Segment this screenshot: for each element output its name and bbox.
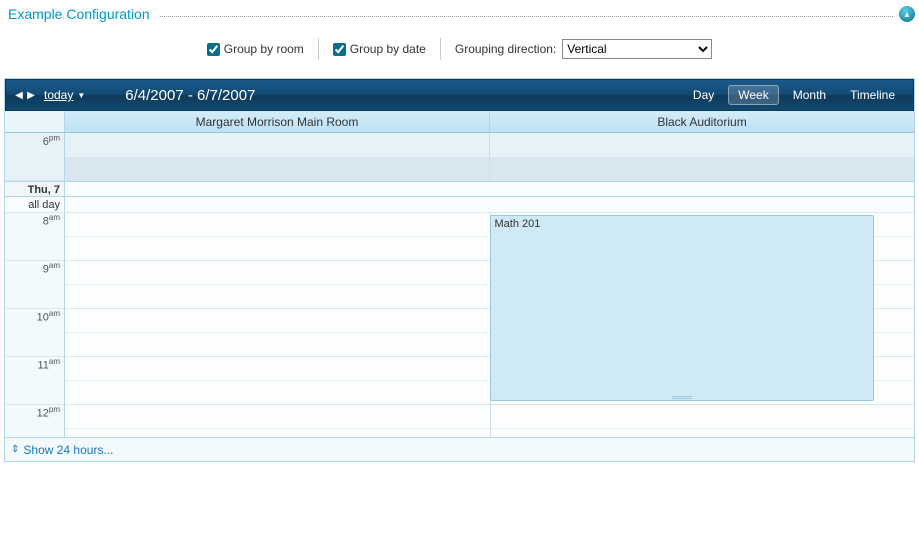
today-dropdown-icon[interactable]: ▼ xyxy=(77,91,85,100)
time-label: 9am xyxy=(5,261,64,309)
scheduler-toolbar: ◀ ▶ today ▼ 6/4/2007 - 6/7/2007 Day Week… xyxy=(5,79,914,111)
group-by-room-label: Group by room xyxy=(224,42,304,56)
view-timeline-button[interactable]: Timeline xyxy=(840,85,905,105)
grouping-direction-select[interactable]: Vertical xyxy=(562,39,712,59)
room-header-1: Black Auditorium xyxy=(490,111,914,132)
prev-arrow-icon[interactable]: ◀ xyxy=(14,89,24,101)
appointment-title: Math 201 xyxy=(495,218,870,230)
view-day-button[interactable]: Day xyxy=(683,85,724,105)
show-24-hours-link[interactable]: ⇕ Show 24 hours... xyxy=(11,443,113,457)
config-divider xyxy=(160,16,893,17)
config-title: Example Configuration xyxy=(4,4,154,28)
time-label-6pm: 6pm xyxy=(43,136,60,148)
next-arrow-icon[interactable]: ▶ xyxy=(26,89,36,101)
time-gutter-header xyxy=(5,111,65,132)
grid-cell[interactable] xyxy=(65,133,490,157)
room-header-row: Margaret Morrison Main Room Black Audito… xyxy=(5,111,914,133)
resize-handle[interactable] xyxy=(672,396,692,399)
grid-cell[interactable] xyxy=(490,157,915,181)
scheduler-grid-scroll[interactable]: 6pm Thu, 7 all day xyxy=(5,133,914,437)
all-day-label: all day xyxy=(5,197,65,212)
group-by-date-checkbox[interactable] xyxy=(333,43,346,56)
expand-icon: ⇕ xyxy=(11,444,19,455)
scheduler-footer: ⇕ Show 24 hours... xyxy=(5,437,914,461)
today-link[interactable]: today xyxy=(44,88,73,102)
view-month-button[interactable]: Month xyxy=(783,85,836,105)
grid-cell[interactable] xyxy=(65,157,490,181)
grid-cell[interactable] xyxy=(490,133,915,157)
group-by-date-label: Group by date xyxy=(350,42,426,56)
all-day-row[interactable]: all day xyxy=(5,197,914,213)
view-week-button[interactable]: Week xyxy=(728,85,778,105)
day-divider-label: Thu, 7 xyxy=(5,182,65,196)
group-by-room-checkbox[interactable] xyxy=(207,43,220,56)
date-range-label: 6/4/2007 - 6/7/2007 xyxy=(125,87,255,104)
config-options: Group by room Group by date Grouping dir… xyxy=(4,38,915,60)
time-label: 10am xyxy=(5,309,64,357)
scheduler: ◀ ▶ today ▼ 6/4/2007 - 6/7/2007 Day Week… xyxy=(4,78,915,462)
appointment[interactable]: Math 201 xyxy=(490,215,875,401)
grouping-direction-label: Grouping direction: xyxy=(455,42,556,56)
collapse-icon[interactable]: ▲ xyxy=(899,6,915,22)
room-header-0: Margaret Morrison Main Room xyxy=(65,111,490,132)
day-divider: Thu, 7 xyxy=(5,181,914,197)
time-label: 11am xyxy=(5,357,64,405)
time-label: 8am xyxy=(5,213,64,261)
time-label: 12pm xyxy=(5,405,64,437)
